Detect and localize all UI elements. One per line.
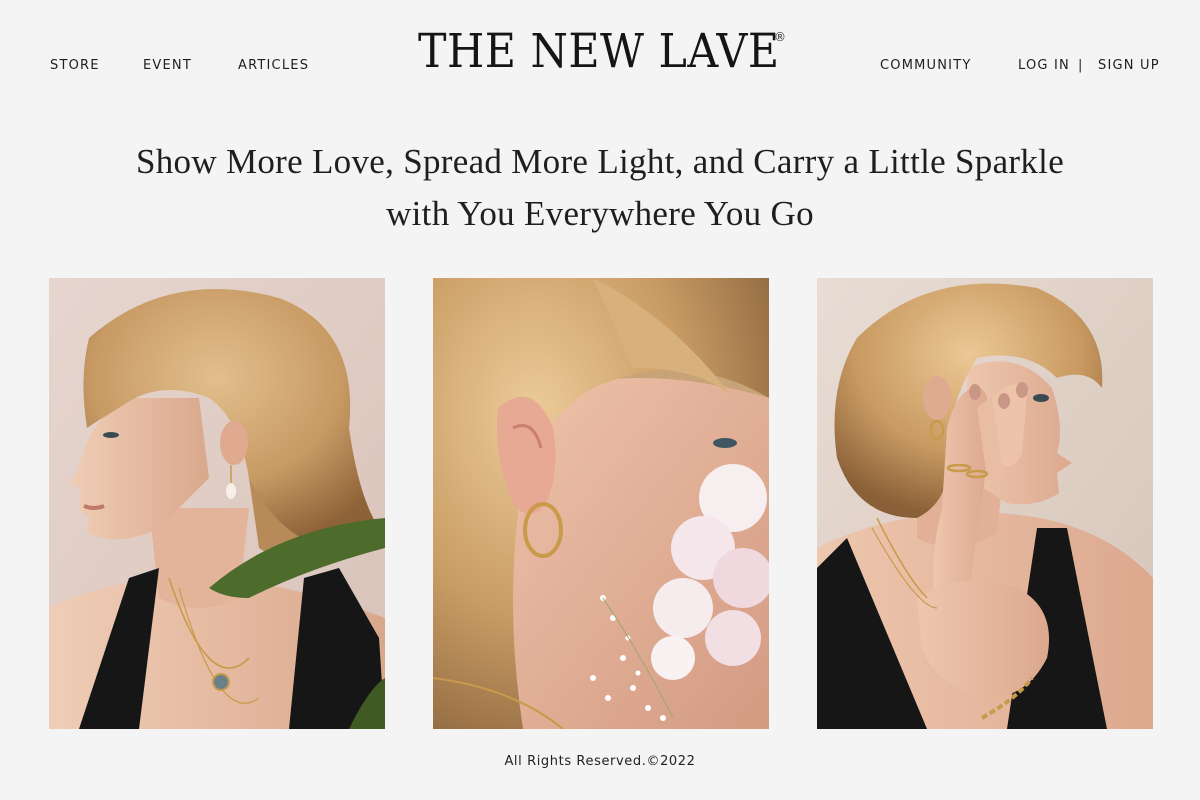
nav-community-link[interactable]: COMMUNITY: [880, 58, 972, 73]
gallery-photo-rings[interactable]: [817, 278, 1153, 729]
nav-articles-link[interactable]: ARTICLES: [238, 58, 309, 73]
tagline-line-1: Show More Love, Spread More Light, and C…: [135, 142, 1065, 181]
gallery-photo-earring[interactable]: [433, 278, 769, 729]
photo-rings-image: [817, 278, 1153, 729]
nav-store-link[interactable]: STORE: [50, 58, 100, 73]
site-footer: All Rights Reserved.©2022: [0, 754, 1200, 769]
brand-name: THE NEW LAVE: [418, 24, 780, 79]
photo-earring-image: [433, 278, 769, 729]
gallery-photo-pendant[interactable]: [49, 278, 385, 729]
login-link[interactable]: LOG IN: [1018, 58, 1070, 73]
registered-mark: ®: [774, 30, 786, 44]
hero-tagline: Show More Love, Spread More Light, and C…: [100, 136, 1100, 240]
brand-logo[interactable]: THE NEW LAVE ®: [418, 26, 786, 78]
copyright-text: All Rights Reserved.©2022: [504, 754, 696, 769]
nav-separator: |: [1078, 58, 1083, 73]
tagline-line-2: with You Everywhere You Go: [386, 194, 814, 233]
photo-pendant-image: [49, 278, 385, 729]
nav-event-link[interactable]: EVENT: [143, 58, 192, 73]
signup-link[interactable]: SIGN UP: [1098, 58, 1160, 73]
